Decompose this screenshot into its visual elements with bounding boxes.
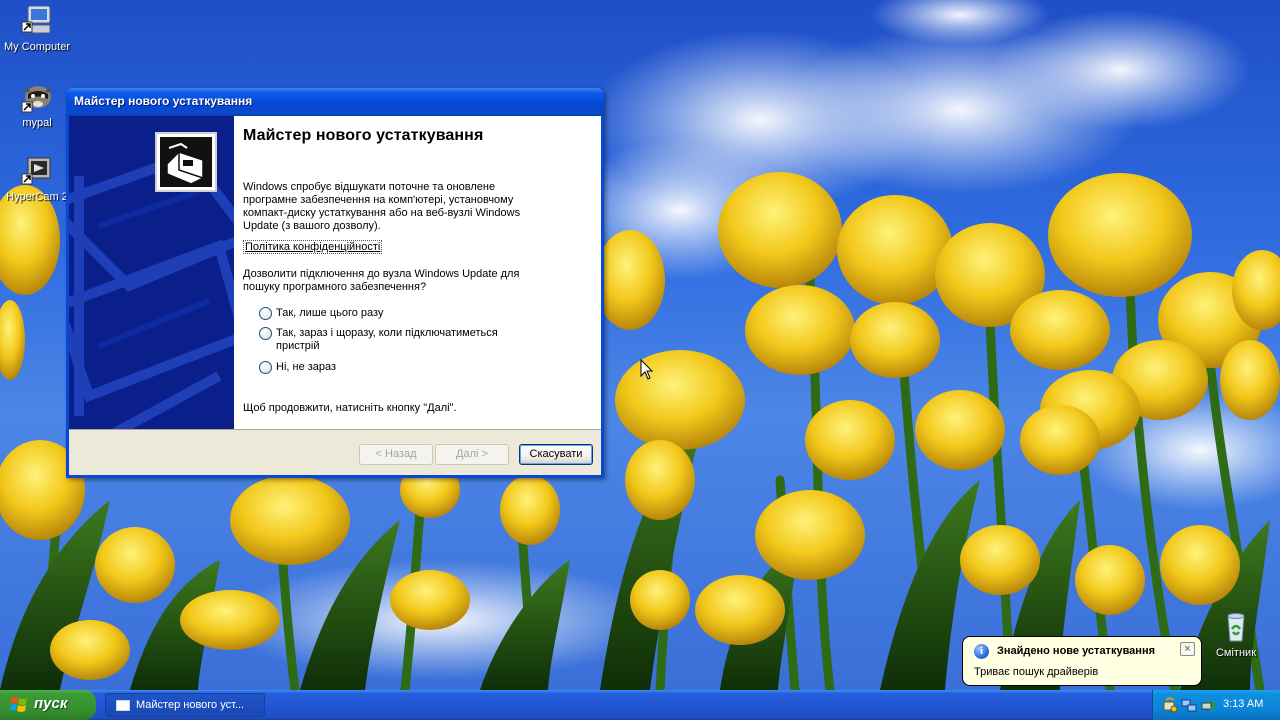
radio-button[interactable] <box>259 361 272 374</box>
balloon-close-button[interactable]: × <box>1180 642 1195 656</box>
desktop-icon-label: mypal <box>22 117 52 129</box>
taskbar: пуск Майстер нового уст... 3:13 AM <box>0 690 1280 720</box>
option-no-not-now[interactable]: Ні, не зараз <box>259 361 516 374</box>
recycle-bin-icon <box>1219 610 1253 644</box>
wizard-side-banner <box>69 116 234 429</box>
hardware-wizard-window[interactable]: Майстер нового устаткування Майстер ново… <box>66 88 604 478</box>
windows-logo-icon <box>10 697 27 712</box>
desktop-icon-recycle-bin[interactable]: Смітник <box>1199 610 1273 659</box>
option-yes-always[interactable]: Так, зараз і щоразу, коли підключатиметь… <box>259 327 516 353</box>
window-title: Майстер нового устаткування <box>74 94 253 108</box>
back-button[interactable]: < Назад <box>359 444 433 465</box>
cancel-button[interactable]: Скасувати <box>519 444 593 465</box>
taskbar-button-wizard[interactable]: Майстер нового уст... <box>105 693 265 717</box>
wizard-content: Майстер нового устаткування Windows спро… <box>243 116 595 429</box>
radio-button[interactable] <box>259 327 272 340</box>
hypercam-icon <box>20 154 54 188</box>
wizard-button-bar: < Назад Далі > Скасувати <box>69 429 601 475</box>
option-label: Ні, не зараз <box>276 361 337 373</box>
option-label: Так, зараз і щоразу, коли підключатиметь… <box>276 327 498 352</box>
desktop-icon-my-computer[interactable]: My Computer <box>0 4 74 53</box>
start-button[interactable]: пуск <box>0 690 96 720</box>
option-yes-this-time[interactable]: Так, лише цього разу <box>259 307 516 320</box>
network-tray-icon[interactable] <box>1181 697 1197 713</box>
info-icon: i <box>974 644 989 659</box>
wizard-body: Майстер нового устаткування Windows спро… <box>69 116 601 429</box>
new-hardware-tray-icon[interactable] <box>1162 697 1178 713</box>
desktop-icon-label: My Computer <box>3 41 71 53</box>
desktop-icon-hypercam[interactable]: HyperCam 2 <box>0 154 74 203</box>
window-titlebar[interactable]: Майстер нового устаткування <box>66 88 604 116</box>
wizard-heading: Майстер нового устаткування <box>243 127 484 144</box>
radio-button[interactable] <box>259 307 272 320</box>
privacy-policy-link[interactable]: Політика конфіденційності <box>243 240 383 254</box>
new-hardware-balloon[interactable]: i Знайдено нове устаткування × Триває по… <box>962 636 1202 686</box>
clock[interactable]: 3:13 AM <box>1223 698 1263 710</box>
next-button[interactable]: Далі > <box>435 444 509 465</box>
desktop-icon-label: HyperCam 2 <box>6 191 68 203</box>
desktop-icon-label: Смітник <box>1215 647 1257 659</box>
desktop-icon-mypal[interactable]: mypal <box>0 80 74 129</box>
safely-remove-hardware-tray-icon[interactable] <box>1200 697 1216 713</box>
mouse-cursor-icon <box>640 359 654 380</box>
system-tray: 3:13 AM <box>1152 690 1280 720</box>
wizard-hint-text: Щоб продовжити, натисніть кнопку "Далі". <box>243 402 457 414</box>
hardware-wizard-icon <box>155 132 217 192</box>
window-icon <box>116 700 130 711</box>
balloon-title: Знайдено нове устаткування <box>997 645 1156 657</box>
option-label: Так, лише цього разу <box>276 307 384 319</box>
wizard-question-text: Дозволити підключення до вузла Windows U… <box>243 268 520 293</box>
wizard-intro-text: Windows спробує відшукати поточне та оно… <box>243 181 521 232</box>
start-label: пуск <box>34 695 68 712</box>
mypal-raccoon-icon <box>20 80 54 114</box>
my-computer-icon <box>20 4 54 38</box>
taskbar-button-label: Майстер нового уст... <box>136 699 245 711</box>
balloon-text: Триває пошук драйверів <box>974 666 1099 678</box>
